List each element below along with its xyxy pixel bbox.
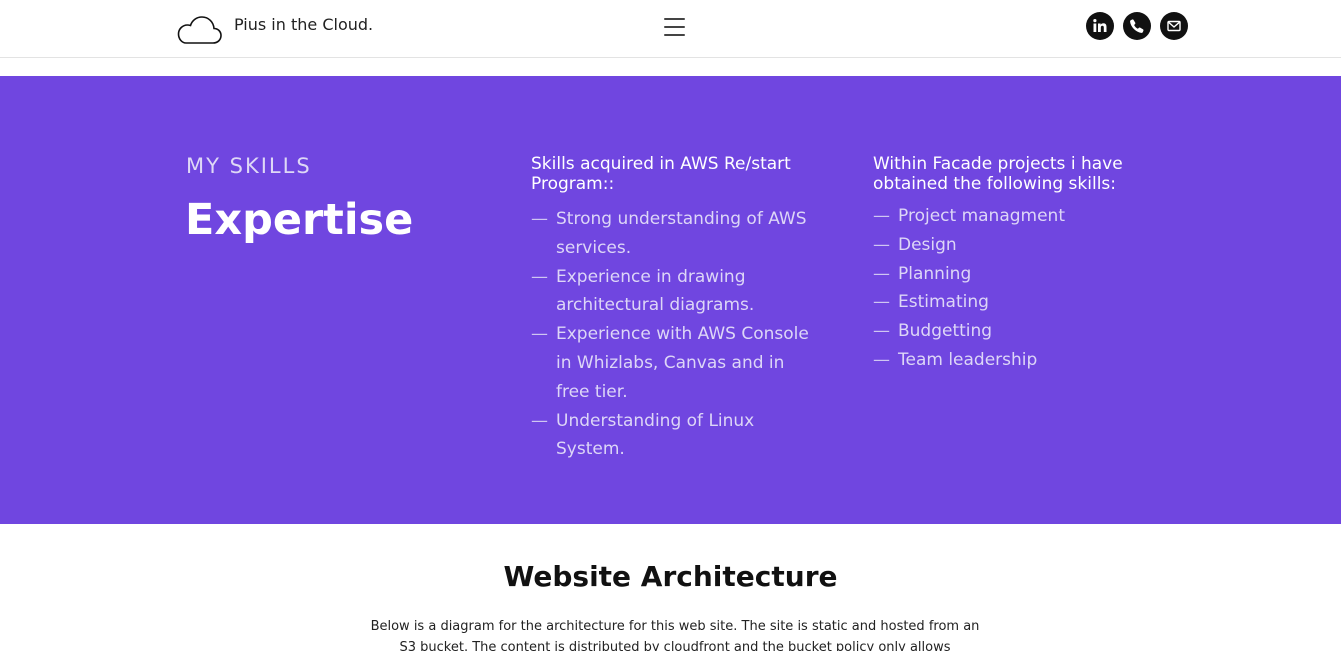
aws-skills-column: Skills acquired in AWS Re/start Program:… — [531, 154, 821, 464]
list-item: — Understanding of Linux System. — [531, 410, 755, 460]
phone-icon[interactable] — [1123, 12, 1151, 40]
list-item: — Planning — [873, 263, 972, 284]
facade-skills-column: Within Facade projects i have obtained t… — [873, 154, 1143, 375]
cloud-logo-icon — [177, 16, 222, 44]
list-item: — Estimating — [873, 292, 989, 313]
list-item: — Experience in drawing architectural dia… — [531, 266, 755, 316]
linkedin-icon[interactable] — [1086, 12, 1114, 40]
hamburger-menu-icon[interactable] — [664, 18, 685, 38]
facade-skills-list: — Project managment — Design — Planning — Es… — [873, 202, 1143, 375]
list-item: — Design — [873, 234, 957, 255]
architecture-description: Below is a diagram for the architecture … — [370, 619, 980, 651]
list-item: — Project managment — [873, 206, 1065, 226]
site-header: Pius in the Cloud. — [0, 0, 1341, 58]
brand-name: Pius in the Cloud. — [234, 15, 374, 34]
aws-skills-list: — Strong understanding of AWS services. —… — [531, 205, 821, 464]
list-item: — Budgetting — [873, 321, 993, 342]
aws-skills-title: Skills acquired in AWS Re/start Program:… — [531, 154, 791, 194]
architecture-title: Website Architecture — [503, 560, 838, 593]
list-item: — Strong understanding of AWS services. — [531, 209, 807, 258]
section-heading: Expertise — [185, 195, 414, 245]
list-item: — Team leadership — [873, 349, 1038, 370]
brand[interactable]: Pius in the Cloud. — [177, 13, 373, 45]
skills-section: MY SKILLS Expertise Skills acquired in A… — [0, 76, 1341, 524]
list-item: — Experience with AWS Console in Whizlabs… — [531, 324, 809, 402]
section-kicker: MY SKILLS — [186, 154, 312, 178]
facade-skills-title: Within Facade projects i have obtained t… — [873, 154, 1123, 194]
mail-icon[interactable] — [1160, 12, 1188, 40]
